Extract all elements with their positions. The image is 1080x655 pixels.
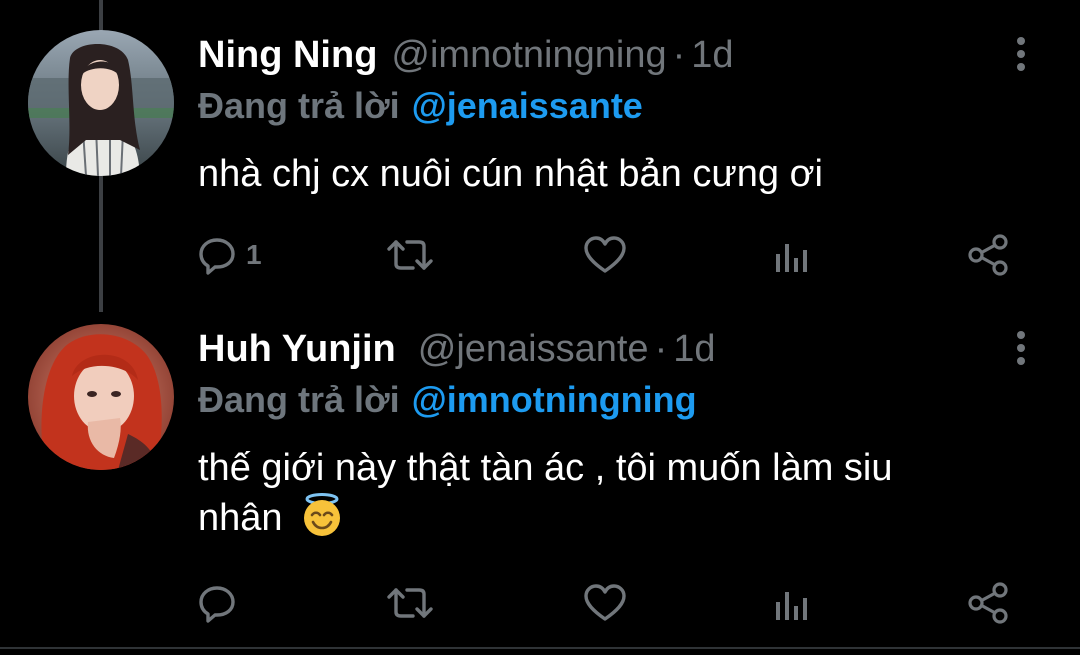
retweet-button[interactable] <box>386 232 434 278</box>
mention-link[interactable]: @imnotningning <box>412 379 697 420</box>
analytics-icon <box>776 244 807 272</box>
reply-count: 1 <box>246 239 262 270</box>
author-name[interactable]: Huh Yunjin <box>198 328 396 370</box>
retweet-icon <box>387 240 433 270</box>
tweet[interactable]: Huh Yunjin @jenaissante · 1d Đang trả lời @i… <box>0 312 1080 655</box>
views-button[interactable] <box>772 232 812 278</box>
timestamp[interactable]: 1d <box>673 328 715 370</box>
author-handle[interactable]: @imnotningning <box>391 34 666 76</box>
replying-to-label: Đang trả lời <box>198 85 400 126</box>
tweet-text-line: thế giới này thật tàn ác , tôi muốn làm … <box>198 447 893 489</box>
like-button[interactable] <box>582 580 628 626</box>
more-icon <box>1017 331 1025 365</box>
heart-icon <box>584 236 626 273</box>
author-name[interactable]: Ning Ning <box>198 34 377 76</box>
author-handle[interactable]: @jenaissante <box>418 328 649 370</box>
avatar[interactable] <box>28 324 174 470</box>
separator-dot: · <box>672 34 686 76</box>
share-button[interactable] <box>966 232 1010 278</box>
like-button[interactable] <box>582 232 628 278</box>
more-icon <box>1017 37 1025 71</box>
reply-button[interactable] <box>196 580 246 626</box>
divider <box>0 647 1080 649</box>
reply-icon <box>199 238 235 275</box>
more-options-button[interactable] <box>1004 328 1038 368</box>
avatar[interactable] <box>28 30 174 176</box>
replying-to-label: Đang trả lời <box>198 379 400 420</box>
action-bar: 1 <box>196 232 1016 278</box>
analytics-icon <box>776 592 807 620</box>
reply-button[interactable]: 1 <box>196 232 262 278</box>
heart-icon <box>584 584 626 621</box>
tweet-text: nhà chj cx nuôi cún nhật bản cưng ơi <box>198 153 823 195</box>
retweet-icon <box>387 588 433 618</box>
action-bar <box>196 580 1016 626</box>
tweet-text-line: nhân <box>198 497 283 539</box>
more-options-button[interactable] <box>1004 34 1038 74</box>
tweet-header: Ning Ning @imnotningning · 1d <box>198 32 734 78</box>
replying-to: Đang trả lời @imnotningning <box>198 378 697 422</box>
smiling-face-with-halo-icon <box>304 493 341 536</box>
share-icon <box>968 234 1008 276</box>
share-icon <box>968 582 1008 624</box>
timestamp[interactable]: 1d <box>691 34 733 76</box>
share-button[interactable] <box>966 580 1010 626</box>
reply-icon <box>199 586 235 623</box>
replying-to: Đang trả lời @jenaissante <box>198 84 643 128</box>
separator-dot: · <box>654 328 668 370</box>
views-button[interactable] <box>772 580 812 626</box>
tweet-text: thế giới này thật tàn ác , tôi muốn làm … <box>198 444 1028 542</box>
mention-link[interactable]: @jenaissante <box>412 85 643 126</box>
tweet[interactable]: Ning Ning @imnotningning · 1d Đang trả lời @… <box>0 0 1080 312</box>
tweet-header: Huh Yunjin @jenaissante · 1d <box>198 326 716 372</box>
retweet-button[interactable] <box>386 580 434 626</box>
